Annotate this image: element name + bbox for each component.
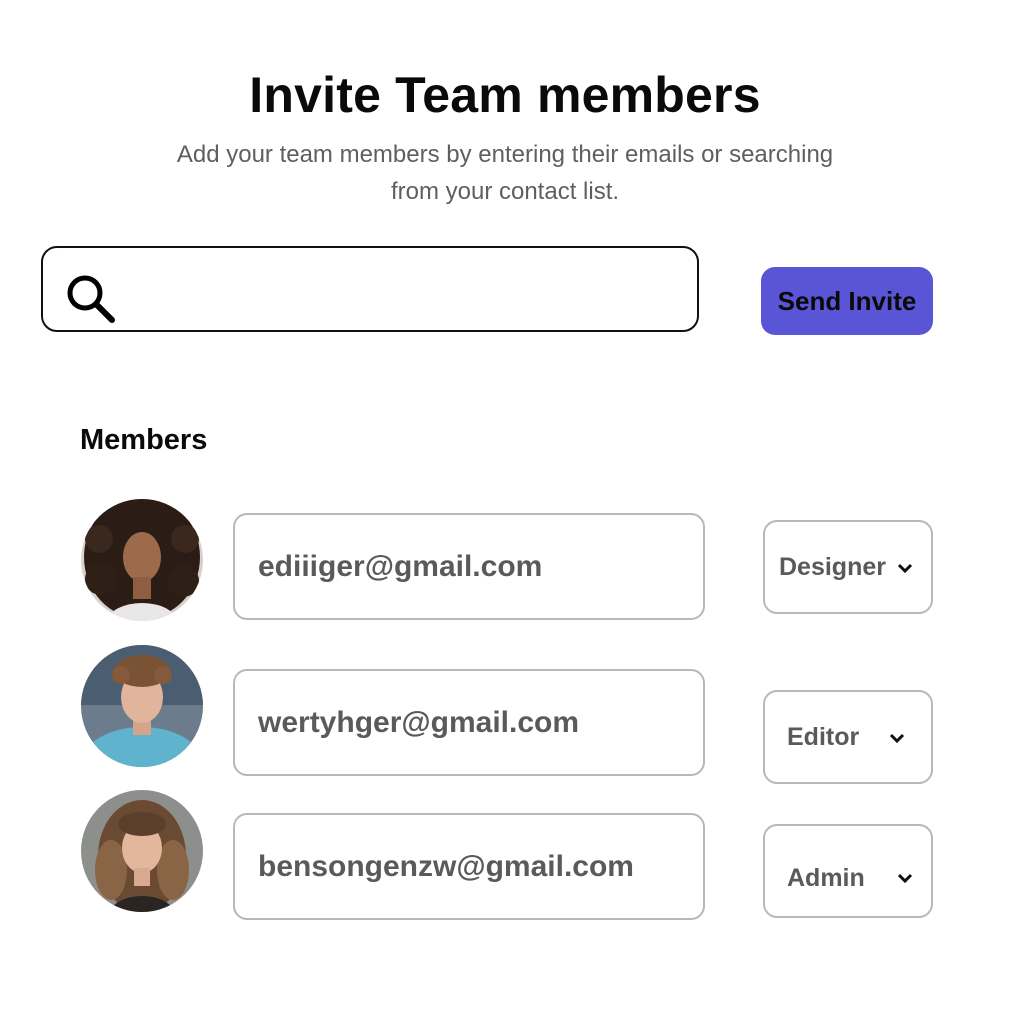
search-box[interactable] bbox=[41, 246, 699, 332]
role-select-value: Editor bbox=[787, 723, 860, 751]
search-icon bbox=[67, 275, 115, 323]
avatar-woman-wavy-hair bbox=[81, 790, 203, 912]
role-select-value: Designer bbox=[779, 553, 886, 581]
page-title: Invite Team members bbox=[249, 67, 761, 123]
members-heading: Members bbox=[80, 424, 208, 456]
role-select[interactable]: Admin bbox=[763, 824, 933, 918]
role-select-value: Admin bbox=[787, 864, 865, 892]
send-invite-button[interactable]: Send Invite bbox=[761, 267, 933, 335]
avatar-curly-hair-woman bbox=[81, 499, 203, 621]
avatar bbox=[81, 499, 203, 621]
chevron-down-icon bbox=[889, 733, 905, 744]
chevron-down-icon bbox=[897, 563, 913, 574]
member-email-field[interactable]: wertyhger@gmail.com bbox=[233, 669, 705, 776]
avatar bbox=[81, 790, 203, 912]
role-select[interactable]: Editor bbox=[763, 690, 933, 784]
avatar-young-man-blue-shirt bbox=[81, 645, 203, 767]
avatar bbox=[81, 645, 203, 767]
role-select[interactable]: Designer bbox=[763, 520, 933, 614]
chevron-down-icon bbox=[897, 873, 913, 884]
member-email-field[interactable]: ediiiger@gmail.com bbox=[233, 513, 705, 620]
search-input[interactable] bbox=[133, 262, 687, 320]
member-email-field[interactable]: bensongenzw@gmail.com bbox=[233, 813, 705, 920]
page-subtitle: Add your team members by entering their … bbox=[176, 141, 834, 205]
